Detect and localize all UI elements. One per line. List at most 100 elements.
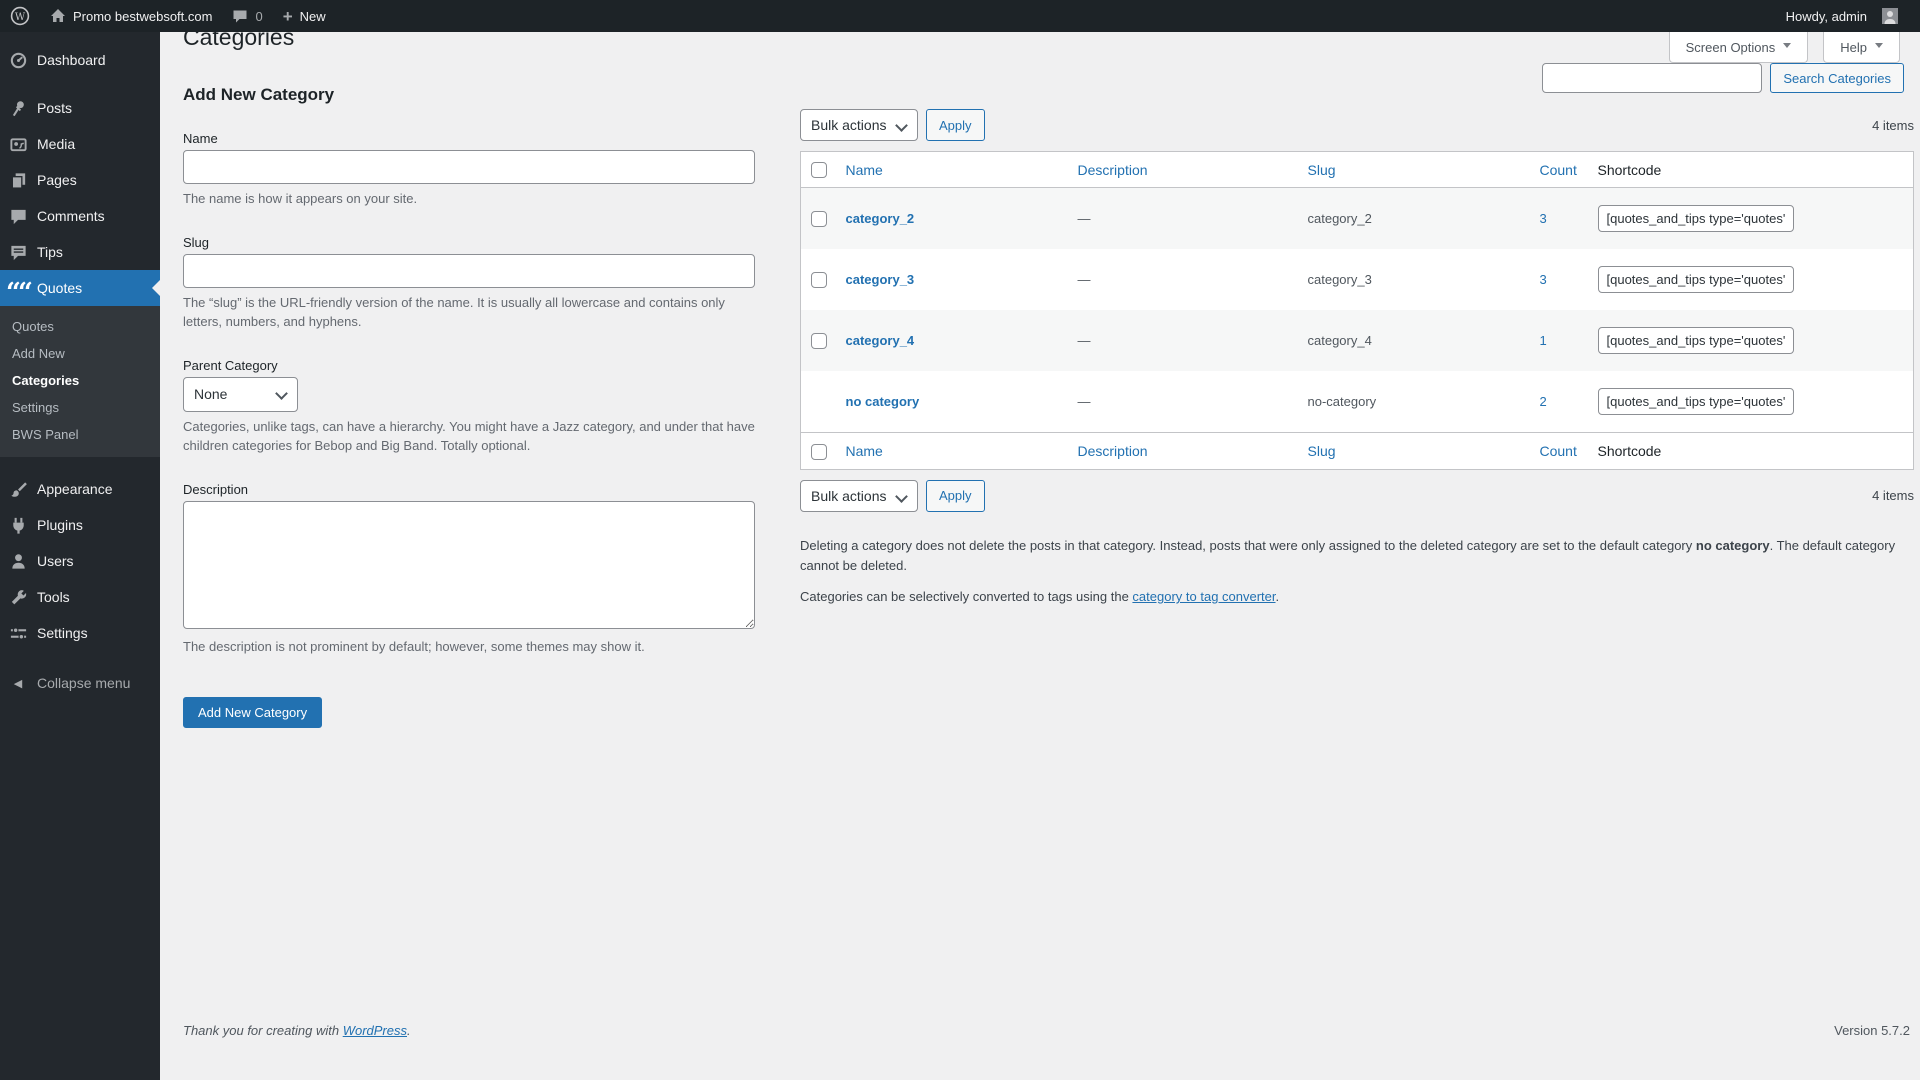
sidebar-item-tips[interactable]: Tips xyxy=(0,234,160,270)
submenu-item-categories[interactable]: Categories xyxy=(0,367,160,394)
screen-options-label: Screen Options xyxy=(1685,39,1776,55)
submenu-item-add-new[interactable]: Add New xyxy=(0,340,160,367)
wordpress-logo-menu[interactable]: W xyxy=(0,0,40,32)
sidebar-item-users[interactable]: Users xyxy=(0,543,160,579)
bulk-actions-select[interactable]: Bulk actions xyxy=(800,109,918,141)
submenu-item-bws-panel[interactable]: BWS Panel xyxy=(0,421,160,448)
tablenav-bottom: Bulk actions Apply 4 items xyxy=(800,479,1914,512)
screen-options-tab[interactable]: Screen Options xyxy=(1668,32,1809,63)
parent-category-select[interactable]: None xyxy=(183,376,298,412)
shortcode-input[interactable] xyxy=(1597,266,1794,294)
sidebar-item-comments[interactable]: Comments xyxy=(0,198,160,234)
sort-by-description[interactable]: Description xyxy=(1078,162,1148,178)
sort-by-description[interactable]: Description xyxy=(1078,443,1148,459)
category-name-link[interactable]: category_3 xyxy=(846,272,915,287)
comments-admin-item[interactable]: 0 xyxy=(222,0,272,32)
apply-button[interactable]: Apply xyxy=(926,479,985,512)
sidebar-item-label: Users xyxy=(37,553,74,569)
sidebar-item-label: Tools xyxy=(37,589,70,605)
submenu-item-settings[interactable]: Settings xyxy=(0,394,160,421)
search-categories-button[interactable]: Search Categories xyxy=(1770,63,1904,93)
my-account-menu[interactable]: Howdy, admin xyxy=(1776,0,1908,32)
sidebar-item-pages[interactable]: Pages xyxy=(0,162,160,198)
sidebar-item-plugins[interactable]: Plugins xyxy=(0,507,160,543)
footer-thanks: Thank you for creating with WordPress. xyxy=(183,1023,411,1038)
select-all-checkbox[interactable] xyxy=(811,162,827,179)
sidebar-item-label: Settings xyxy=(37,625,88,641)
items-count: 4 items xyxy=(1872,117,1914,133)
row-checkbox[interactable] xyxy=(811,272,827,289)
category-slug: category_3 xyxy=(1307,272,1372,288)
sidebar-item-appearance[interactable]: Appearance xyxy=(0,471,160,507)
sidebar-item-settings[interactable]: Settings xyxy=(0,615,160,651)
collapse-menu-button[interactable]: Collapse menu xyxy=(0,665,160,701)
sort-by-count[interactable]: Count xyxy=(1540,443,1577,459)
shortcode-input[interactable] xyxy=(1597,388,1794,416)
sidebar-item-label: Quotes xyxy=(37,280,83,296)
sidebar-item-tools[interactable]: Tools xyxy=(0,579,160,615)
sort-by-slug[interactable]: Slug xyxy=(1308,443,1336,459)
table-row: category_3 — category_3 3 xyxy=(801,249,1914,310)
parent-category-label: Parent Category xyxy=(183,357,278,373)
search-form: Search Categories xyxy=(800,63,1904,93)
category-name-input[interactable] xyxy=(183,150,755,184)
category-name-link[interactable]: category_4 xyxy=(846,333,915,348)
category-name-link[interactable]: category_2 xyxy=(846,211,915,226)
category-description: — xyxy=(1077,394,1091,410)
category-slug: no-category xyxy=(1307,394,1377,410)
bulk-actions-select-wrap: Bulk actions xyxy=(800,479,918,512)
wordpress-logo-icon: W xyxy=(10,6,30,26)
row-checkbox[interactable] xyxy=(811,211,827,228)
shortcode-input[interactable] xyxy=(1597,327,1794,355)
categories-list-panel: Search Categories Bulk actions Apply 4 i… xyxy=(800,57,1914,618)
slug-label: Slug xyxy=(183,234,210,250)
wrench-icon xyxy=(8,587,28,607)
sidebar-item-label: Comments xyxy=(37,208,105,224)
category-count-link[interactable]: 3 xyxy=(1540,272,1547,287)
quotes-icon xyxy=(8,278,28,298)
delete-category-note: Deleting a category does not delete the … xyxy=(800,537,1896,574)
sidebar-item-label: Tips xyxy=(37,244,63,260)
category-to-tag-converter-link[interactable]: category to tag converter xyxy=(1132,589,1275,604)
sort-by-count[interactable]: Count xyxy=(1540,162,1577,178)
main-content: Categories Add New Category Name The nam… xyxy=(160,0,1920,1048)
comments-count: 0 xyxy=(255,8,263,24)
sidebar-item-dashboard[interactable]: Dashboard xyxy=(0,42,160,78)
items-count: 4 items xyxy=(1872,488,1914,504)
avatar xyxy=(1882,8,1898,24)
sort-by-name[interactable]: Name xyxy=(846,162,883,178)
collapse-menu-label: Collapse menu xyxy=(37,675,131,691)
tablenav-top: Bulk actions Apply 4 items xyxy=(800,109,1914,141)
category-count-link[interactable]: 1 xyxy=(1540,333,1547,348)
sidebar-item-quotes[interactable]: Quotes xyxy=(0,270,160,306)
category-slug: category_2 xyxy=(1307,211,1372,227)
add-new-category-button[interactable]: Add New Category xyxy=(183,697,323,728)
category-slug-input[interactable] xyxy=(183,253,755,288)
description-help: The description is not prominent by defa… xyxy=(183,638,645,654)
category-count-link[interactable]: 2 xyxy=(1540,394,1547,409)
wordpress-link[interactable]: WordPress xyxy=(343,1023,407,1038)
sidebar-item-label: Dashboard xyxy=(37,52,106,68)
help-tab[interactable]: Help xyxy=(1823,32,1900,63)
submenu-item-quotes[interactable]: Quotes xyxy=(0,313,160,340)
select-all-checkbox[interactable] xyxy=(811,443,827,460)
apply-button[interactable]: Apply xyxy=(926,109,985,141)
shortcode-input[interactable] xyxy=(1597,205,1794,233)
category-description-textarea[interactable] xyxy=(183,500,755,629)
new-label: New xyxy=(299,8,326,24)
site-name-link[interactable]: Promo bestwebsoft.com xyxy=(40,0,222,32)
search-input[interactable] xyxy=(1542,63,1763,93)
sort-by-slug[interactable]: Slug xyxy=(1308,162,1336,178)
bulk-actions-select[interactable]: Bulk actions xyxy=(800,479,918,512)
pages-icon xyxy=(8,170,28,190)
default-category-name: no category xyxy=(1695,537,1770,553)
category-count-link[interactable]: 3 xyxy=(1540,211,1547,226)
category-name-link[interactable]: no category xyxy=(846,394,920,409)
sort-by-name[interactable]: Name xyxy=(846,443,883,459)
shortcode-column-header: Shortcode xyxy=(1587,432,1914,470)
sidebar-item-posts[interactable]: Posts xyxy=(0,90,160,126)
new-content-menu[interactable]: New xyxy=(273,0,336,32)
quotes-submenu: Quotes Add New Categories Settings BWS P… xyxy=(0,306,160,457)
sidebar-item-media[interactable]: Media xyxy=(0,126,160,162)
row-checkbox[interactable] xyxy=(811,333,827,350)
